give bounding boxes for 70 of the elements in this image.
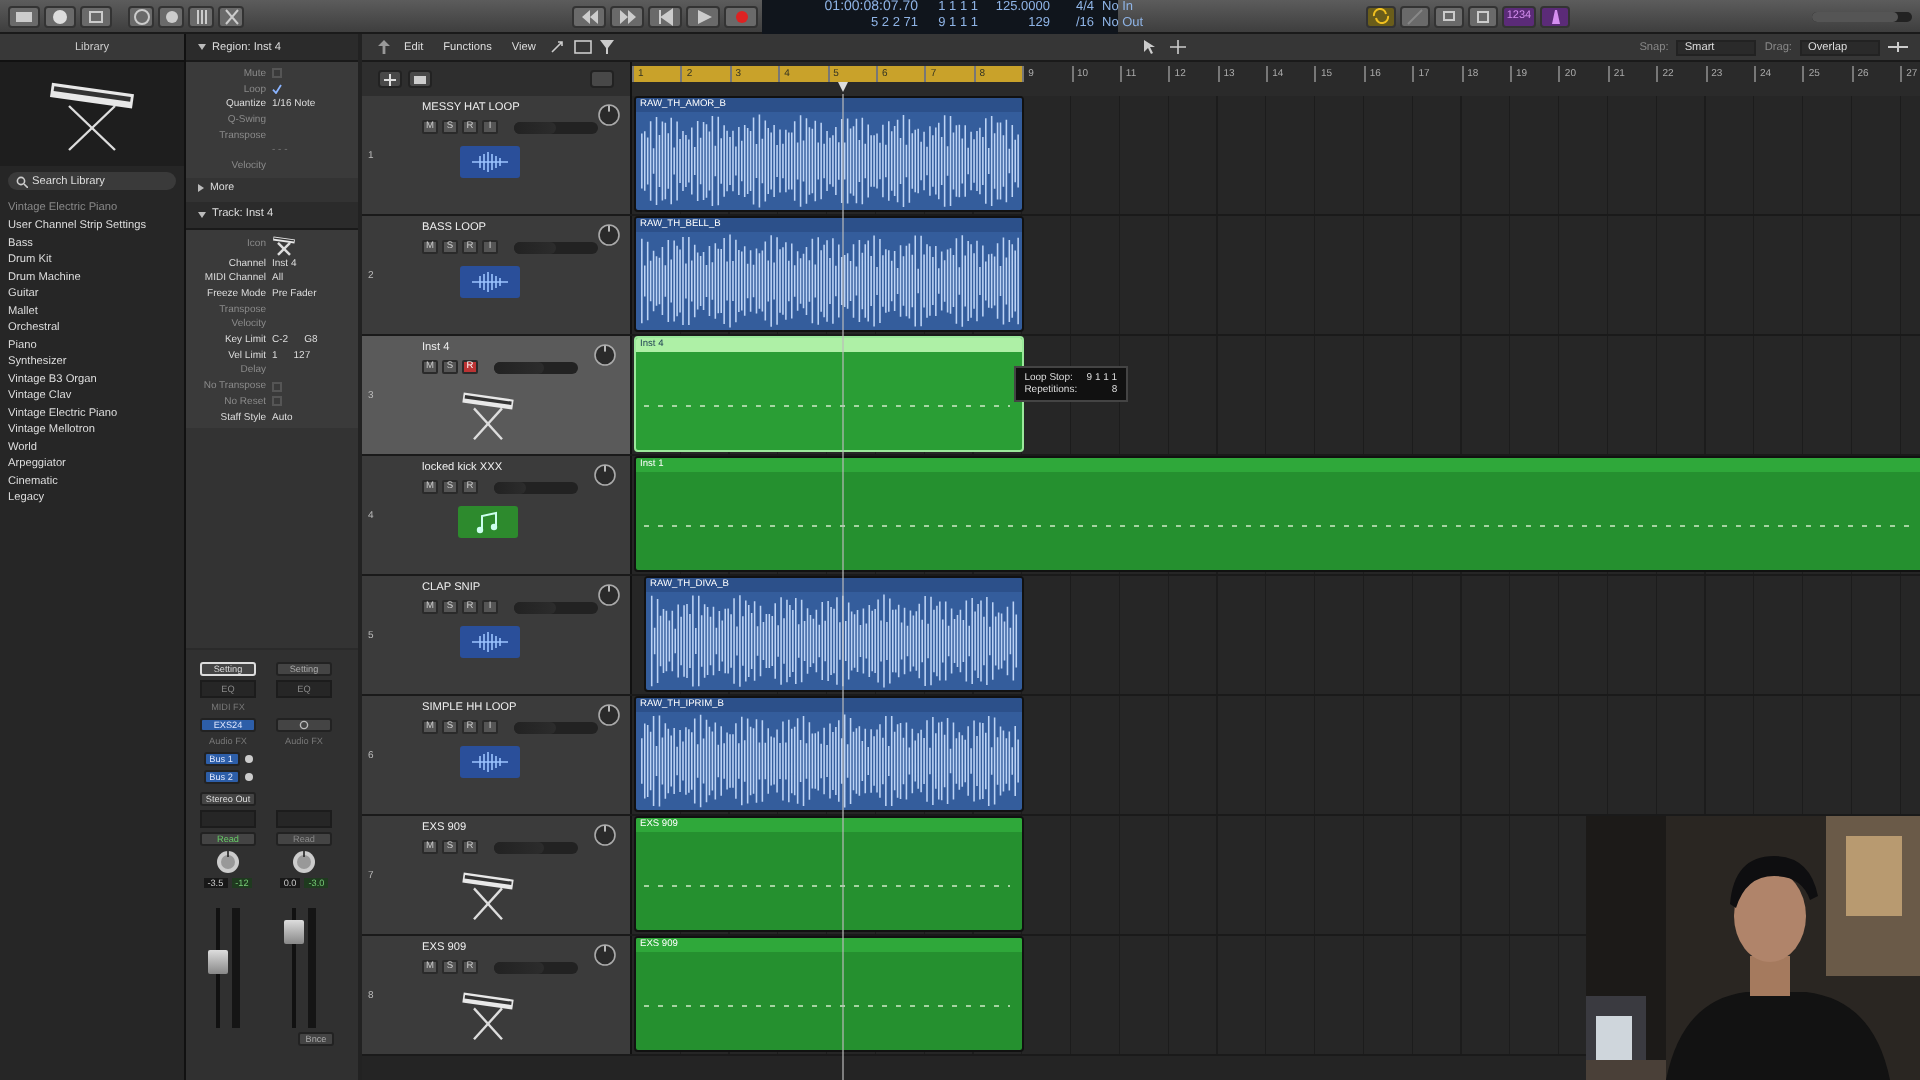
- crosshair-tool-icon[interactable]: [1169, 40, 1186, 54]
- help-button[interactable]: [128, 5, 154, 27]
- pan-knob-icon[interactable]: [594, 344, 616, 366]
- checkbox[interactable]: [272, 396, 282, 407]
- checkbox[interactable]: [272, 84, 282, 95]
- disclosure-icon[interactable]: [198, 183, 204, 192]
- fader-handle[interactable]: [208, 950, 228, 974]
- volume-slider-handle[interactable]: [494, 841, 545, 853]
- music-note-icon: [458, 506, 518, 538]
- volume-slider-handle[interactable]: [494, 961, 545, 973]
- fast-forward-button[interactable]: [610, 5, 644, 27]
- pan-knob-icon[interactable]: [594, 464, 616, 486]
- waveform-icon: [460, 266, 520, 298]
- zoom-slider-icon[interactable]: [1888, 42, 1908, 52]
- zoom-icon[interactable]: [549, 40, 566, 54]
- disclosure-icon[interactable]: [198, 211, 206, 218]
- list-button[interactable]: [80, 5, 112, 27]
- pencil-button[interactable]: [1400, 5, 1430, 27]
- solo-button[interactable]: [1468, 5, 1498, 27]
- fast-forward-icon: [617, 7, 637, 25]
- fader-handle[interactable]: [284, 920, 304, 944]
- master-volume-slider[interactable]: [1812, 11, 1897, 21]
- play-button[interactable]: [686, 5, 720, 27]
- pan-knob-icon[interactable]: [594, 824, 616, 846]
- cycle-icon: [1372, 8, 1390, 24]
- checkmark-icon: [272, 84, 282, 95]
- gear-button[interactable]: [158, 5, 184, 27]
- plus-icon: [384, 73, 396, 85]
- skip-to-start-icon: [655, 7, 675, 25]
- cycle-button[interactable]: [1366, 5, 1396, 27]
- pan-knob-icon[interactable]: [598, 104, 620, 126]
- disclosure-icon[interactable]: [198, 44, 206, 50]
- rewind-icon: [579, 7, 599, 25]
- pan-knob-icon[interactable]: [598, 584, 620, 606]
- waveform-icon: [460, 626, 520, 658]
- play-icon: [693, 7, 713, 25]
- add-track-button[interactable]: [378, 70, 402, 88]
- info-button[interactable]: [44, 5, 76, 27]
- checkbox[interactable]: [272, 381, 282, 392]
- volume-slider-handle[interactable]: [514, 241, 556, 253]
- pan-knob-icon[interactable]: [594, 944, 616, 966]
- volume-slider-handle[interactable]: [494, 481, 526, 493]
- pan-knob-icon[interactable]: [598, 704, 620, 726]
- waveform-icon: [460, 746, 520, 778]
- volume-slider-handle[interactable]: [514, 721, 556, 733]
- volume-slider-handle[interactable]: [494, 361, 545, 373]
- mixer-icon: [191, 7, 211, 25]
- up-arrow-icon: [378, 40, 390, 54]
- mixer-button[interactable]: [188, 5, 214, 27]
- volume-slider-handle[interactable]: [514, 601, 556, 613]
- tuner-button[interactable]: [1434, 5, 1464, 27]
- metronome-icon: [1546, 7, 1564, 25]
- volume-slider-handle[interactable]: [514, 121, 556, 133]
- skip-to-start-button[interactable]: [648, 5, 682, 27]
- record-icon: [731, 7, 751, 25]
- metronome-button[interactable]: [1540, 5, 1570, 27]
- pan-knob-icon[interactable]: [598, 224, 620, 246]
- filter-icon[interactable]: [599, 40, 614, 54]
- folder-button[interactable]: [408, 70, 432, 88]
- library-button[interactable]: [8, 5, 40, 27]
- search-icon: [16, 175, 28, 187]
- waveform-icon: [460, 146, 520, 178]
- scissors-icon: [221, 7, 241, 25]
- checkbox[interactable]: [272, 68, 282, 79]
- scissors-button[interactable]: [218, 5, 244, 27]
- input-button[interactable]: [276, 718, 332, 732]
- pan-knob-icon[interactable]: [292, 850, 316, 874]
- pan-knob-icon[interactable]: [216, 850, 240, 874]
- pointer-tool-icon[interactable]: [1141, 40, 1158, 54]
- rewind-button[interactable]: [572, 5, 606, 27]
